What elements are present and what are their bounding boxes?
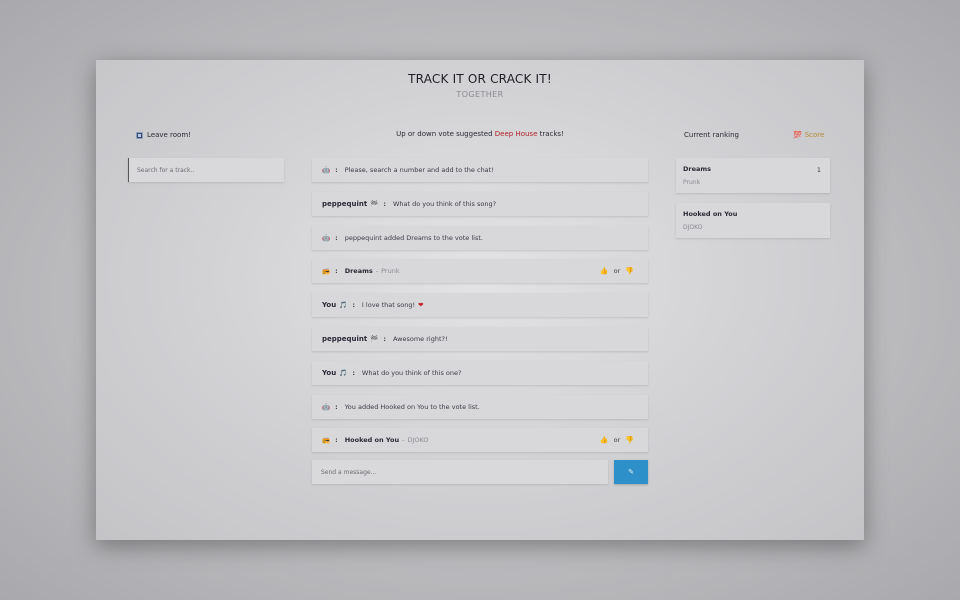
ranking-score: 1 bbox=[816, 166, 821, 174]
message-text: I love that song! bbox=[361, 301, 416, 310]
message-text: What do you think of this song? bbox=[392, 199, 497, 208]
message-sender: peppequint bbox=[322, 199, 368, 208]
message-text: Please, search a number and add to the c… bbox=[344, 166, 494, 174]
thumbs-down-icon[interactable]: 👎 bbox=[625, 436, 634, 444]
radio-icon: 📻 bbox=[322, 267, 331, 276]
vote-controls: 👍 or 👎 bbox=[600, 267, 634, 275]
ranking-title: Current ranking bbox=[684, 131, 739, 139]
chat-message: peppequint 🏁 : What do you think of this… bbox=[312, 191, 648, 216]
ranking-artist: Prunk bbox=[683, 179, 701, 186]
message-input[interactable] bbox=[312, 460, 608, 484]
ranking-list: Dreams Prunk 1 Hooked on You DJOKO bbox=[676, 158, 830, 248]
thumbs-up-icon[interactable]: 👍 bbox=[600, 267, 609, 275]
header: TRACK IT OR CRACK IT! TOGETHER bbox=[96, 72, 864, 99]
track-artist: DJOKO bbox=[407, 436, 429, 445]
music-note-icon: 🎵 bbox=[339, 301, 348, 310]
ranking-track: Hooked on You bbox=[683, 210, 738, 218]
chat-message: 🤖 : peppequint added Dreams to the vote … bbox=[312, 225, 648, 250]
genre-label: Deep House bbox=[494, 130, 538, 138]
prompt-prefix: Up or down vote suggested bbox=[396, 130, 493, 138]
radio-icon: 📻 bbox=[322, 436, 331, 445]
message-sender: peppequint bbox=[322, 334, 368, 343]
page-title: TRACK IT OR CRACK IT! bbox=[408, 72, 552, 86]
page-subtitle: TOGETHER bbox=[456, 90, 504, 99]
score-header: 💯 Score bbox=[793, 131, 824, 139]
send-icon: ✎ bbox=[628, 469, 634, 476]
track-name: Hooked on You bbox=[344, 436, 400, 445]
chat-message: You 🎵 : I love that song! ❤ bbox=[312, 293, 648, 318]
send-button[interactable]: ✎ bbox=[614, 460, 648, 484]
vote-prompt: Up or down vote suggested Deep House tra… bbox=[312, 130, 648, 138]
vote-controls: 👍 or 👎 bbox=[600, 436, 634, 444]
track-vote-message: 📻 : Dreams - Prunk 👍 or 👎 bbox=[312, 259, 648, 284]
ranking-item: Dreams Prunk 1 bbox=[676, 158, 830, 193]
message-text: Awesome right?! bbox=[392, 334, 448, 343]
chat-message: 🤖 : You added Hooked on You to the vote … bbox=[312, 394, 648, 419]
chat-list: 🤖 : Please, search a number and add to t… bbox=[312, 158, 648, 462]
message-text: What do you think of this one? bbox=[361, 368, 462, 377]
prompt-suffix: tracks! bbox=[539, 130, 564, 138]
leave-room-label: Leave room! bbox=[147, 131, 191, 139]
message-sender: You bbox=[322, 301, 337, 310]
leave-room-button[interactable]: Leave room! bbox=[136, 131, 191, 139]
vote-or-label: or bbox=[613, 436, 621, 445]
music-note-icon: 🎵 bbox=[339, 368, 348, 377]
ranking-item: Hooked on You DJOKO bbox=[676, 203, 830, 238]
chat-message: You 🎵 : What do you think of this one? bbox=[312, 360, 648, 385]
hundred-points-icon: 💯 bbox=[793, 131, 802, 139]
track-name: Dreams bbox=[344, 267, 373, 276]
heart-icon: ❤ bbox=[418, 301, 424, 310]
exit-icon bbox=[136, 131, 143, 139]
app-window: TRACK IT OR CRACK IT! TOGETHER Leave roo… bbox=[96, 60, 864, 540]
chat-message: 🤖 : Please, search a number and add to t… bbox=[312, 158, 648, 182]
score-label: Score bbox=[804, 131, 825, 139]
vote-or-label: or bbox=[613, 267, 621, 276]
message-sender: You bbox=[322, 368, 337, 377]
message-composer: ✎ bbox=[312, 460, 648, 484]
flag-icon: 🏁 bbox=[370, 199, 379, 208]
thumbs-up-icon[interactable]: 👍 bbox=[600, 436, 609, 444]
ranking-track: Dreams bbox=[683, 165, 712, 173]
flag-icon: 🏁 bbox=[370, 334, 379, 343]
message-text: You added Hooked on You to the vote list… bbox=[344, 402, 480, 411]
ranking-artist: DJOKO bbox=[683, 224, 703, 231]
track-search-input[interactable] bbox=[128, 158, 284, 182]
bot-icon: 🤖 bbox=[322, 233, 331, 242]
track-artist: Prunk bbox=[381, 267, 400, 276]
track-vote-message: 📻 : Hooked on You - DJOKO 👍 or 👎 bbox=[312, 428, 648, 453]
message-text: peppequint added Dreams to the vote list… bbox=[344, 233, 483, 242]
thumbs-down-icon[interactable]: 👎 bbox=[625, 267, 634, 275]
chat-message: peppequint 🏁 : Awesome right?! bbox=[312, 326, 648, 351]
bot-icon: 🤖 bbox=[322, 166, 331, 174]
bot-icon: 🤖 bbox=[322, 402, 331, 411]
